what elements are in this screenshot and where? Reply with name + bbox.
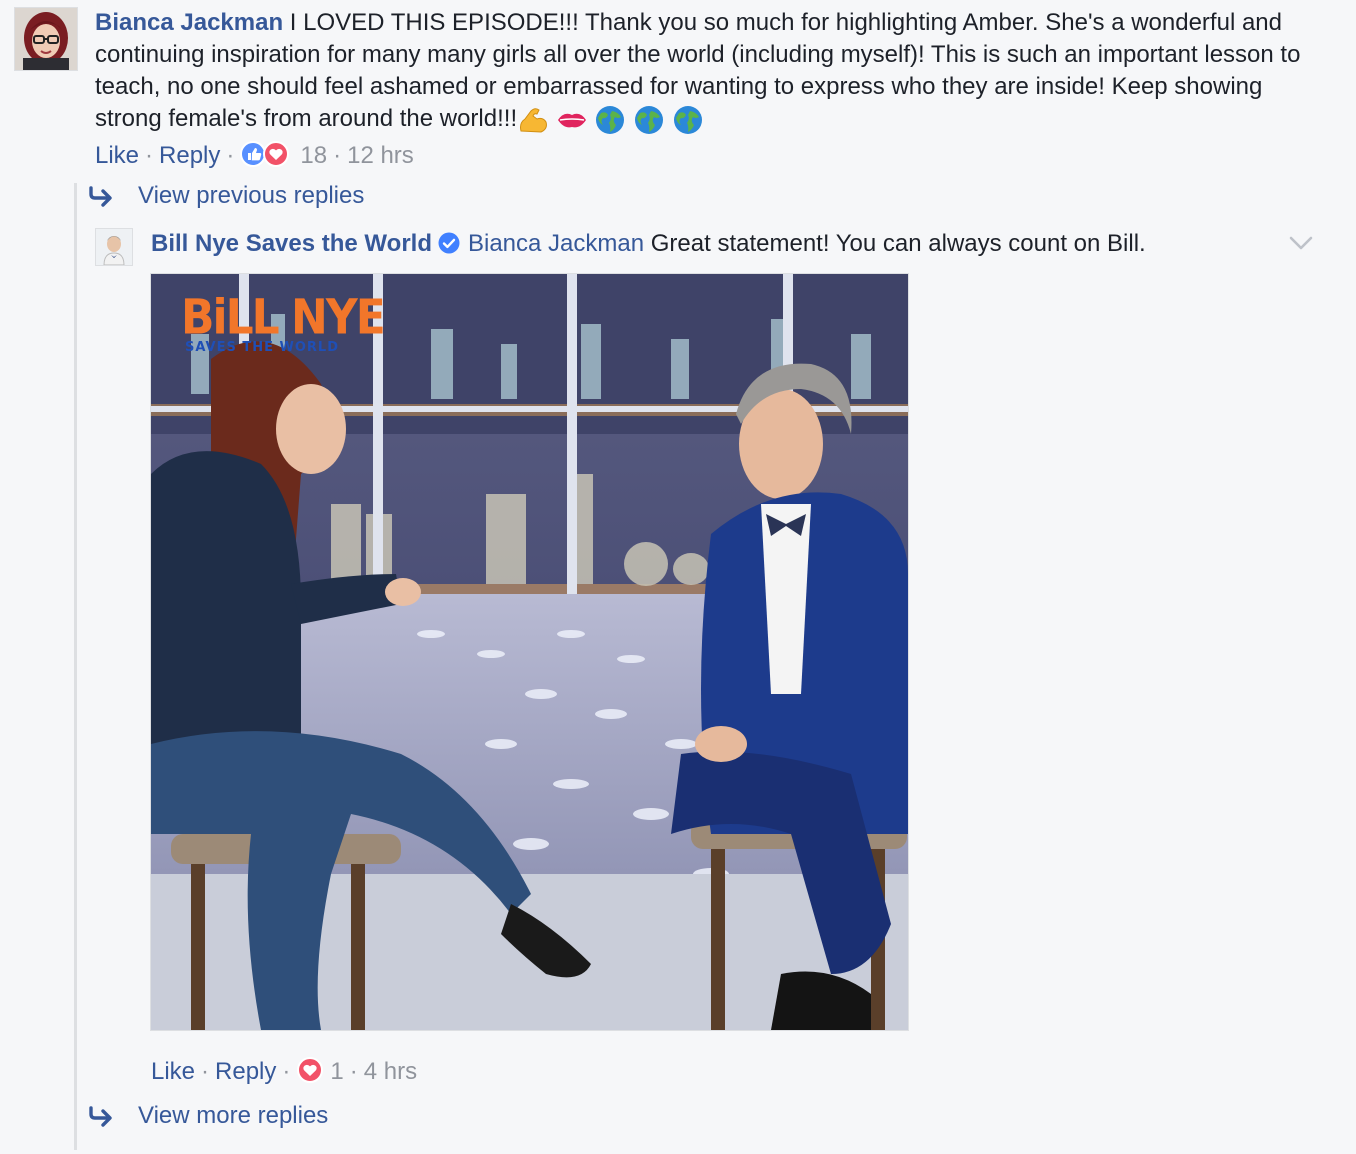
verified-badge-icon bbox=[438, 232, 460, 254]
mention-link[interactable]: Bianca Jackman bbox=[468, 230, 644, 257]
view-previous-replies-link[interactable]: View previous replies bbox=[138, 182, 364, 209]
separator-dot: · bbox=[349, 1058, 358, 1085]
comment-timestamp[interactable]: 12 hrs bbox=[347, 142, 414, 169]
love-reaction-icon bbox=[297, 1057, 324, 1083]
like-link[interactable]: Like bbox=[151, 1058, 195, 1085]
comment-actions: Like · Reply · 18 · 12 hrs bbox=[95, 140, 414, 176]
show-logo-text: BiLL NYE bbox=[181, 289, 386, 346]
comment-emojis bbox=[517, 105, 704, 139]
separator-dot: · bbox=[226, 142, 235, 169]
reaction-icons[interactable] bbox=[296, 1056, 324, 1092]
gif-scene bbox=[151, 274, 908, 1030]
reaction-count[interactable]: 18 bbox=[300, 142, 327, 169]
page-avatar[interactable] bbox=[95, 228, 133, 266]
separator-dot: · bbox=[201, 1058, 210, 1085]
reply-arrow-icon bbox=[89, 1106, 112, 1127]
commenter-avatar[interactable] bbox=[14, 7, 78, 71]
reply-link[interactable]: Reply bbox=[215, 1058, 276, 1085]
reply-thread-line bbox=[74, 183, 77, 1150]
view-more-replies-row[interactable]: View more replies bbox=[88, 1101, 328, 1131]
reply-author-name[interactable]: Bill Nye Saves the World bbox=[151, 230, 432, 257]
reaction-icons[interactable] bbox=[240, 140, 292, 176]
flexed-biceps-emoji bbox=[520, 108, 548, 133]
view-previous-replies-row[interactable]: View previous replies bbox=[88, 181, 364, 211]
like-link[interactable]: Like bbox=[95, 142, 139, 169]
show-logo-subtext: SAVES THE WORLD bbox=[185, 340, 340, 355]
globe-emoji bbox=[596, 106, 625, 134]
chevron-down-icon[interactable] bbox=[1288, 232, 1314, 254]
separator-dot: · bbox=[282, 1058, 291, 1085]
lips-emoji bbox=[557, 113, 586, 128]
globe-emoji bbox=[673, 106, 702, 134]
comment-author-name[interactable]: Bianca Jackman bbox=[95, 9, 283, 36]
reply-body: Bill Nye Saves the World Bianca Jackman … bbox=[151, 228, 1146, 260]
separator-dot: · bbox=[333, 142, 342, 169]
reaction-count[interactable]: 1 bbox=[330, 1058, 343, 1085]
like-reaction-icon bbox=[240, 141, 267, 167]
comment-body: Bianca Jackman I LOVED THIS EPISODE!!! T… bbox=[95, 7, 1335, 139]
reply-text: Great statement! You can always count on… bbox=[650, 230, 1146, 257]
love-reaction-icon bbox=[263, 141, 290, 167]
separator-dot: · bbox=[145, 142, 154, 169]
reply-arrow-icon bbox=[89, 186, 112, 207]
reply-link[interactable]: Reply bbox=[159, 142, 220, 169]
reply-timestamp[interactable]: 4 hrs bbox=[364, 1058, 417, 1085]
reply-actions: Like · Reply · 1 · 4 hrs bbox=[151, 1056, 417, 1092]
view-more-replies-link[interactable]: View more replies bbox=[138, 1102, 328, 1129]
reply-gif-media[interactable]: BiLL NYE SAVES THE WORLD bbox=[150, 273, 909, 1031]
globe-emoji bbox=[635, 106, 664, 134]
